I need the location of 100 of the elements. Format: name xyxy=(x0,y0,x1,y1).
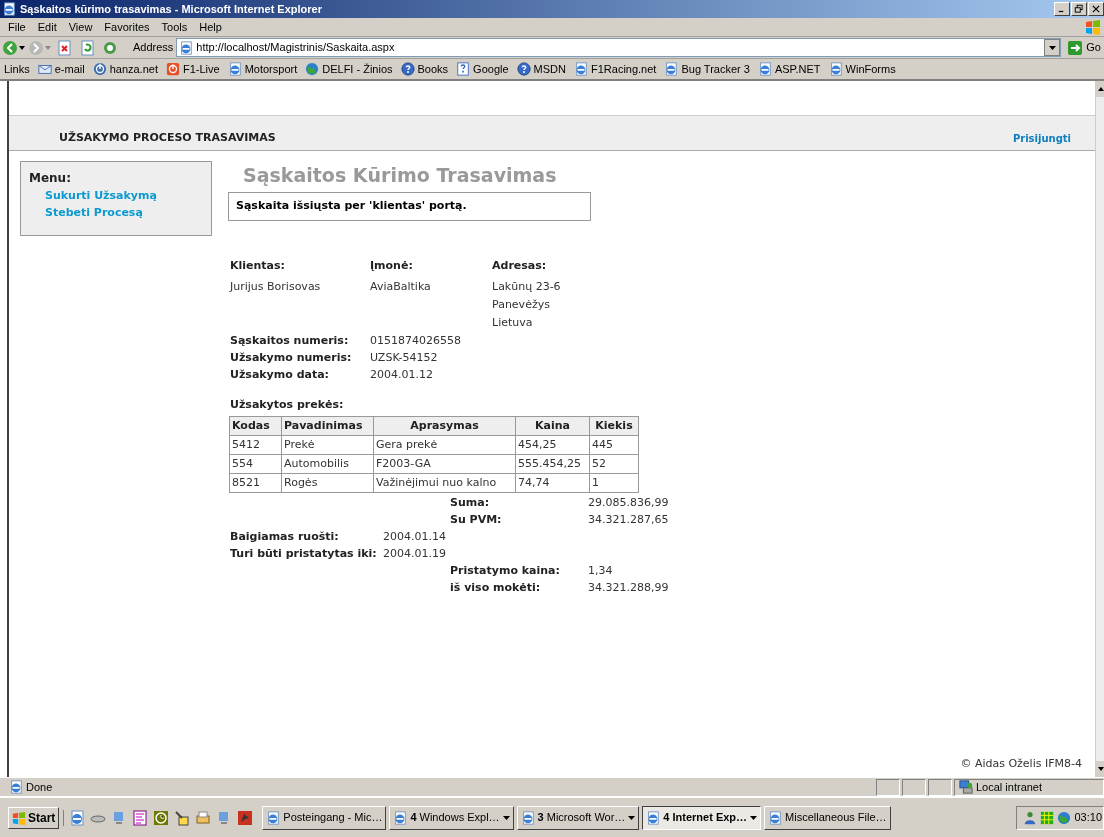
ie-page-icon xyxy=(520,810,535,825)
taskbar-button[interactable]: Miscellaneous File… xyxy=(764,805,891,830)
table-cell: 454,25 xyxy=(515,435,590,455)
restore-button[interactable] xyxy=(1071,2,1087,16)
link-item[interactable]: DELFI - Žinios xyxy=(305,60,393,78)
home-icon xyxy=(102,39,118,56)
field-label: Užsakymo data: xyxy=(230,366,331,383)
field-label: Su PVM: xyxy=(450,512,503,528)
link-item[interactable]: Google xyxy=(456,60,509,78)
power-icon xyxy=(92,62,107,76)
chart-icon xyxy=(132,809,149,826)
address-label: Address xyxy=(133,40,174,56)
link-item[interactable]: F1-Live xyxy=(165,60,220,78)
field-value: Panevėžys xyxy=(492,296,551,313)
caret-icon xyxy=(1048,45,1056,50)
column-header: Pavadinimas xyxy=(281,416,374,436)
caret-icon xyxy=(502,815,510,820)
ie-page-icon xyxy=(227,62,242,76)
help-page-icon xyxy=(456,62,471,76)
taskbar-button[interactable]: Posteingang - Mic… xyxy=(262,805,387,830)
field-value: 1,34 xyxy=(588,563,613,579)
go-button[interactable]: Go xyxy=(1064,39,1104,56)
links-label: Links xyxy=(4,61,30,77)
taskbar-button[interactable]: 3 Microsoft Wor… xyxy=(516,805,640,830)
ie-page-icon xyxy=(664,62,679,76)
field-label: Užsakymo numeris: xyxy=(230,349,353,366)
menu-item[interactable]: Favorites xyxy=(98,18,156,36)
start-button[interactable]: Start xyxy=(8,806,60,829)
taskbar-button[interactable]: 4 Internet Exp… xyxy=(642,805,762,830)
scroll-down-icon[interactable] xyxy=(1096,761,1104,777)
restore-icon xyxy=(1074,4,1084,14)
table-cell: 8521 xyxy=(229,473,282,493)
caret-icon xyxy=(45,44,51,51)
link-item[interactable]: Books xyxy=(400,60,449,78)
link-item[interactable]: ASP.NET xyxy=(757,60,821,78)
table-cell: F2003-GA xyxy=(373,454,516,474)
link-item[interactable]: F1Racing.net xyxy=(574,60,657,78)
back-button[interactable] xyxy=(2,39,25,56)
taskbar-button[interactable]: 4 Windows Expl… xyxy=(389,805,514,830)
link-item[interactable]: e-mail xyxy=(37,60,85,78)
column-header: Kiekis xyxy=(589,416,639,436)
field-label: Pristatymo kaina: xyxy=(450,563,561,579)
status-text: Done xyxy=(26,779,53,795)
ie-page-icon xyxy=(757,62,772,76)
link-item[interactable]: hanza.net xyxy=(92,60,158,78)
menu-title: Menu: xyxy=(29,170,72,187)
stop-icon xyxy=(56,39,72,56)
ie-page-icon xyxy=(768,810,783,825)
menu-item[interactable]: Tools xyxy=(155,18,194,36)
field-value: 34.321.287,65 xyxy=(588,512,669,528)
table-cell: Rogės xyxy=(281,473,374,493)
link-item[interactable]: Bug Tracker 3 xyxy=(664,60,750,78)
field-value: 2004.01.12 xyxy=(370,366,434,383)
printer-icon xyxy=(195,809,212,826)
field-value: AviaBaltika xyxy=(370,278,432,295)
field-label: Baigiamas ruošti: xyxy=(230,529,340,545)
table-cell: Važinėjimui nuo kalno xyxy=(373,473,516,493)
field-label: iš viso mokėti: xyxy=(450,580,542,596)
table-cell: 5412 xyxy=(229,435,282,455)
field-label: Adresas: xyxy=(492,258,548,274)
link-item[interactable]: MSDN xyxy=(516,60,566,78)
field-value: 2004.01.19 xyxy=(383,546,446,562)
ie-page-icon xyxy=(646,810,661,825)
field-value: Jurijus Borisovas xyxy=(230,278,322,295)
menu-item[interactable]: Edit xyxy=(31,18,63,36)
clock-text: 03:10 xyxy=(1074,810,1102,826)
minimize-button[interactable] xyxy=(1054,2,1070,16)
field-value: UZSK-54152 xyxy=(370,349,439,366)
close-icon xyxy=(1091,4,1101,14)
section-title: Užsakytos prekės: xyxy=(230,396,345,413)
menu-item[interactable]: Help xyxy=(193,18,228,36)
globe-icon xyxy=(1057,810,1072,825)
window-title: Sąskaitos kūrimo trasavimas - Microsoft Internet Explorer xyxy=(20,1,322,17)
windows-logo-icon xyxy=(12,810,26,825)
field-value: 2004.01.14 xyxy=(383,529,446,545)
menu-item[interactable]: View xyxy=(62,18,99,36)
field-label: Suma: xyxy=(450,495,491,511)
ie-page-icon xyxy=(828,62,843,76)
site-title: UŽSAKYMO PROCESO TRASAVIMAS xyxy=(59,129,276,146)
status-pane xyxy=(928,778,952,796)
column-header: Kaina xyxy=(515,416,590,436)
link-item[interactable]: Motorsport xyxy=(227,60,298,78)
table-cell: Automobilis xyxy=(281,454,374,474)
menu-item[interactable]: File xyxy=(2,18,32,36)
table-cell: Gera prekė xyxy=(373,435,516,455)
ie-page-icon xyxy=(179,40,194,55)
column-header: Aprasymas xyxy=(373,416,516,436)
login-link[interactable]: Prisijungti xyxy=(1012,131,1071,146)
table-cell: 1 xyxy=(589,473,639,493)
zone-pane: Local intranet xyxy=(954,778,1104,796)
close-button[interactable] xyxy=(1088,2,1104,16)
dropdown-button[interactable] xyxy=(1044,39,1061,56)
status-pane xyxy=(876,778,900,796)
scroll-up-icon[interactable] xyxy=(1096,81,1104,97)
table-cell: 74,74 xyxy=(515,473,590,493)
help-icon xyxy=(400,62,415,76)
address-field[interactable]: http://localhost/Magistrinis/Saskaita.aspx xyxy=(176,38,1062,57)
refresh-icon xyxy=(79,39,95,56)
link-item[interactable]: WinForms xyxy=(828,60,896,78)
field-label: Turi būti pristatytas iki: xyxy=(230,546,378,562)
